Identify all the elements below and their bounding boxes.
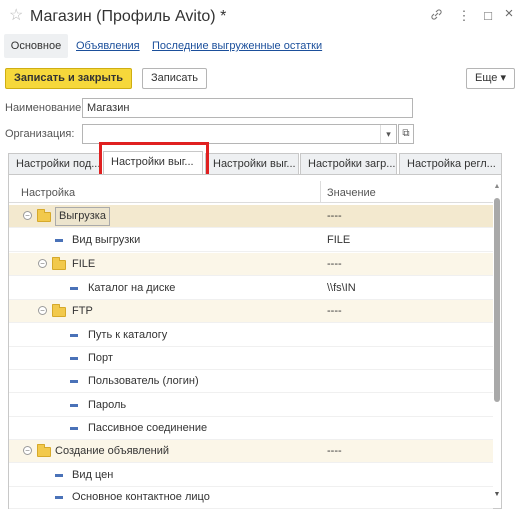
row-value: FILE — [327, 234, 351, 246]
item-icon — [55, 474, 63, 477]
table-row[interactable]: Вид цен — [9, 464, 493, 487]
table-row[interactable]: Вид выгрузки FILE — [9, 229, 493, 252]
window-title: Магазин (Профиль Avito) * — [30, 8, 227, 25]
item-icon — [55, 239, 63, 242]
row-label: Пароль — [88, 399, 127, 411]
row-label: Пассивное соединение — [88, 422, 208, 434]
tab-settings-1[interactable]: Настройки под... — [8, 153, 100, 175]
row-value: ---- — [327, 210, 342, 222]
item-icon — [70, 427, 78, 430]
row-value: ---- — [327, 258, 342, 270]
menu-icon[interactable]: ⋮ — [457, 8, 471, 24]
table-row[interactable]: − FTP ---- — [9, 300, 493, 323]
table-row[interactable]: Путь к каталогу — [9, 324, 493, 347]
column-header-setting[interactable]: Настройка — [21, 186, 75, 200]
row-label: Вид выгрузки — [72, 234, 141, 246]
scroll-down-icon[interactable]: ▼ — [493, 490, 501, 500]
row-label: FTP — [72, 305, 93, 317]
column-header-value[interactable]: Значение — [327, 186, 376, 200]
item-icon — [70, 334, 78, 337]
row-label: Основное контактное лицо — [72, 491, 210, 503]
row-value: ---- — [327, 305, 342, 317]
organization-label: Организация: — [5, 128, 75, 140]
tab-settings-3[interactable]: Настройки выг... — [205, 153, 299, 175]
folder-icon — [37, 209, 51, 222]
table-row[interactable]: − FILE ---- — [9, 253, 493, 276]
nav-main[interactable]: Основное — [4, 34, 68, 58]
row-label: Путь к каталогу — [88, 329, 168, 341]
table-row[interactable]: Пользователь (логин) — [9, 370, 493, 393]
table-row[interactable]: Каталог на диске \\fs\IN — [9, 277, 493, 300]
table-row[interactable]: Порт — [9, 347, 493, 370]
row-label: Вид цен — [72, 469, 114, 481]
table-row[interactable]: Пассивное соединение — [9, 417, 493, 440]
nav-ads-link[interactable]: Объявления — [76, 34, 140, 58]
collapse-icon[interactable]: − — [38, 259, 47, 268]
table-row[interactable]: Основное контактное лицо — [9, 486, 493, 509]
name-label: Наименование: — [5, 102, 85, 114]
name-input[interactable]: Магазин — [82, 98, 413, 118]
row-label: Пользователь (логин) — [88, 375, 199, 387]
item-icon — [70, 380, 78, 383]
nav-last-stock-link[interactable]: Последние выгруженные остатки — [152, 34, 322, 58]
folder-icon — [52, 257, 66, 270]
favorite-star-icon[interactable]: ☆ — [9, 6, 23, 26]
row-label: Порт — [88, 352, 113, 364]
link-icon[interactable] — [429, 8, 443, 25]
item-icon — [70, 357, 78, 360]
open-icon[interactable]: ⧉ — [398, 124, 414, 144]
scroll-thumb[interactable] — [494, 198, 500, 402]
row-value: ---- — [327, 445, 342, 457]
scroll-up-icon[interactable]: ▲ — [493, 182, 501, 192]
row-value: \\fs\IN — [327, 282, 356, 294]
save-button[interactable]: Записать — [142, 68, 207, 89]
table-row[interactable]: − Выгрузка ---- — [9, 205, 493, 228]
close-icon[interactable]: × — [502, 6, 516, 22]
table-row[interactable]: − Создание объявлений ---- — [9, 440, 493, 463]
more-button[interactable]: Еще ▾ — [466, 68, 515, 89]
row-label: Создание объявлений — [55, 445, 170, 457]
row-label: FILE — [72, 258, 96, 270]
tab-settings-regl[interactable]: Настройка регл... — [399, 153, 502, 175]
maximize-icon[interactable]: □ — [481, 8, 495, 24]
folder-icon — [37, 444, 51, 457]
row-label: Каталог на диске — [88, 282, 176, 294]
folder-icon — [52, 304, 66, 317]
collapse-icon[interactable]: − — [23, 211, 32, 220]
item-icon — [55, 496, 63, 499]
chevron-down-icon[interactable]: ▾ — [380, 125, 396, 143]
column-separator — [320, 181, 321, 203]
item-icon — [70, 404, 78, 407]
row-label: Выгрузка — [55, 207, 110, 226]
collapse-icon[interactable]: − — [38, 306, 47, 315]
table-row[interactable]: Пароль — [9, 394, 493, 417]
save-and-close-button[interactable]: Записать и закрыть — [5, 68, 132, 89]
organization-input[interactable] — [82, 124, 397, 144]
tab-settings-load[interactable]: Настройки загр... — [300, 153, 397, 175]
item-icon — [70, 287, 78, 290]
collapse-icon[interactable]: − — [23, 446, 32, 455]
table-header — [9, 181, 493, 203]
